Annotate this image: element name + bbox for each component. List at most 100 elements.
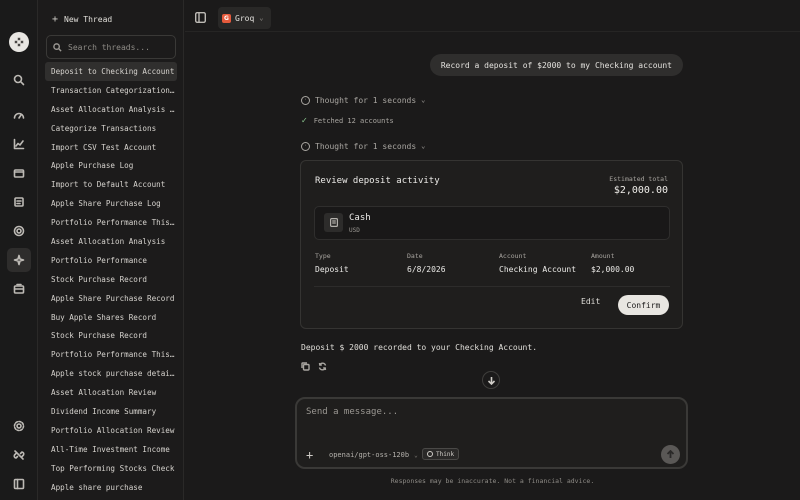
thread-title: All-Time Investment Income <box>51 444 170 454</box>
ai-sparkle-icon[interactable] <box>7 248 31 272</box>
confirm-button[interactable]: Confirm <box>618 295 669 315</box>
thread-title: Categorize Transactions <box>51 123 157 133</box>
dashboard-gauge-icon[interactable] <box>7 103 31 127</box>
new-thread-button[interactable]: + New Thread <box>52 12 112 26</box>
thread-title: Stock Purchase Record <box>51 274 148 284</box>
scroll-to-bottom-button[interactable] <box>482 371 500 389</box>
thread-search[interactable] <box>46 35 176 59</box>
thread-item[interactable]: Categorize Transactions <box>45 119 177 138</box>
thread-item[interactable]: Transaction Categorization ... <box>45 81 177 100</box>
icon-rail <box>0 0 38 500</box>
tool-result-text: Fetched 12 accounts <box>313 116 394 125</box>
thread-search-input[interactable] <box>68 42 173 52</box>
message-composer: + openai/gpt-oss-120b ⌄ Think <box>295 397 688 469</box>
search-icon <box>53 42 62 52</box>
thread-title: Stock Purchase Record <box>51 331 148 341</box>
thread-title: Portfolio Allocation Review <box>51 425 175 435</box>
thread-item[interactable]: Apple stock purchase details <box>45 364 177 383</box>
field-value: Checking Account <box>499 265 577 274</box>
thread-title: Import to Default Account <box>51 180 166 190</box>
attach-plus-icon[interactable]: + <box>306 449 313 461</box>
collapse-panel-icon[interactable] <box>7 472 31 496</box>
provider-name: Groq <box>235 13 255 23</box>
thread-item[interactable]: Buy Apple Shares Record <box>45 308 177 327</box>
thread-title: Top Performing Stocks Check <box>51 463 175 473</box>
field-label: Type <box>315 252 331 260</box>
thread-title: Import CSV Test Account <box>51 142 157 152</box>
regenerate-icon[interactable] <box>317 361 327 371</box>
thread-item[interactable]: Apple Share Purchase Record <box>45 289 177 308</box>
chevron-down-icon: ⌄ <box>421 96 426 104</box>
thread-item[interactable]: Stock Purchase Record <box>45 326 177 345</box>
thought-toggle[interactable]: · Thought for 1 seconds ⌄ <box>301 140 425 152</box>
thought-label: Thought for 1 seconds <box>315 141 417 151</box>
thread-item[interactable]: Deposit to Checking Account <box>45 62 177 81</box>
thread-item[interactable]: Asset Allocation Review <box>45 383 177 402</box>
thread-item[interactable]: Import CSV Test Account <box>45 138 177 157</box>
thread-title: Portfolio Performance <box>51 255 148 265</box>
wallet-icon[interactable] <box>7 161 31 185</box>
model-name: openai/gpt-oss-120b <box>329 451 410 459</box>
thread-item[interactable]: Stock Purchase Record <box>45 270 177 289</box>
top-bar: G Groq ⌄ <box>185 0 800 32</box>
field-account: Account Checking Account <box>499 252 576 274</box>
deposit-review-card: Review deposit activity Estimated total … <box>300 160 683 329</box>
receipt-icon[interactable] <box>7 190 31 214</box>
thread-item[interactable]: Portfolio Performance This ... <box>45 213 177 232</box>
user-message: Record a deposit of $2000 to my Checking… <box>429 54 683 76</box>
thread-item[interactable]: Asset Allocation Analysis <box>45 232 177 251</box>
thread-item[interactable]: Import to Default Account <box>45 175 177 194</box>
assistant-result-message: Deposit $ 2000 recorded to your Checking… <box>301 343 538 352</box>
estimated-total-label: Estimated total <box>609 175 668 183</box>
think-toggle[interactable]: Think <box>422 448 460 460</box>
thread-title: Asset Allocation Review <box>51 388 157 398</box>
model-selector[interactable]: openai/gpt-oss-120b ⌄ <box>329 451 418 459</box>
thought-toggle[interactable]: · Thought for 1 seconds ⌄ <box>301 94 425 106</box>
search-icon[interactable] <box>7 68 31 92</box>
chevron-down-icon: ⌄ <box>259 14 264 22</box>
thread-item[interactable]: Dividend Income Summary <box>45 402 177 421</box>
field-amount: Amount $2,000.00 <box>591 252 634 274</box>
thread-item[interactable]: Apple Share Purchase Log <box>45 194 177 213</box>
thread-item[interactable]: Portfolio Performance <box>45 251 177 270</box>
chevron-down-icon: ⌄ <box>421 142 426 150</box>
thread-title: Portfolio Performance This ... <box>51 218 175 228</box>
card-title: Review deposit activity <box>315 176 440 186</box>
thread-title: Transaction Categorization ... <box>51 85 175 95</box>
divider <box>314 286 670 287</box>
arrow-down-icon <box>487 376 495 385</box>
thread-item[interactable]: All-Time Investment Income <box>45 440 177 459</box>
thread-item[interactable]: Apple Purchase Log <box>45 156 177 175</box>
thread-item[interactable]: Portfolio Allocation Review <box>45 421 177 440</box>
thread-item[interactable]: Asset Allocation Analysis R... <box>45 100 177 119</box>
thread-title: Asset Allocation Analysis <box>51 236 166 246</box>
field-label: Amount <box>591 252 615 260</box>
thread-title: Apple Share Purchase Record <box>51 293 175 303</box>
field-value: $2,000.00 <box>591 265 635 274</box>
copy-icon[interactable] <box>300 361 310 371</box>
edit-button[interactable]: Edit <box>581 297 600 306</box>
provider-selector[interactable]: G Groq ⌄ <box>218 7 271 29</box>
chart-line-icon[interactable] <box>7 132 31 156</box>
lightbulb-icon: · <box>301 95 310 105</box>
thread-item[interactable]: Top Performing Stocks Check <box>45 459 177 478</box>
settings-gear-icon[interactable] <box>7 414 31 438</box>
thread-title: Apple share purchase <box>51 482 143 492</box>
thread-item[interactable]: Apple share purchase <box>45 478 177 497</box>
tool-result: ✓ Fetched 12 accounts <box>301 116 394 125</box>
chevron-down-icon: ⌄ <box>414 451 418 459</box>
target-icon[interactable] <box>7 219 31 243</box>
archive-icon[interactable] <box>7 277 31 301</box>
thread-title: Portfolio Performance This ... <box>51 350 175 360</box>
thread-item[interactable]: Portfolio Performance This ... <box>45 345 177 364</box>
threads-sidebar: + New Thread Deposit to Checking Account… <box>38 0 184 500</box>
chat-area: Record a deposit of $2000 to my Checking… <box>185 32 800 500</box>
field-value: 6/8/2026 <box>407 265 446 274</box>
message-input[interactable] <box>306 407 666 427</box>
check-icon: ✓ <box>301 116 308 125</box>
send-button[interactable] <box>661 445 680 464</box>
app-logo-icon[interactable] <box>9 32 29 52</box>
disconnect-link-icon[interactable] <box>7 443 31 467</box>
toggle-sidebar-icon[interactable] <box>194 11 207 24</box>
thread-list: Deposit to Checking Account Transaction C… <box>45 62 177 496</box>
